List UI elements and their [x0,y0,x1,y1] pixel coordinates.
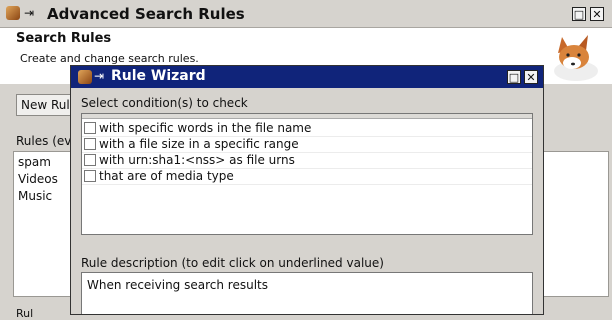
rule-wizard-dialog: ⇥ Rule Wizard □ ✕ Select condition(s) to… [70,65,544,315]
fox-app-icon [6,6,20,20]
select-conditions-label: Select condition(s) to check [81,96,248,110]
condition-row[interactable]: that are of media type [82,168,532,184]
rule-item-videos[interactable]: Videos [18,172,58,186]
condition-row[interactable]: with a file size in a specific range [82,136,532,152]
window-title: Advanced Search Rules [47,5,245,23]
scrollbar[interactable] [82,114,532,119]
maximize-icon[interactable]: □ [507,70,521,84]
condition-label: with specific words in the file name [99,121,312,135]
fox-logo-icon [554,35,598,81]
condition-checkbox[interactable] [84,138,96,150]
condition-label: with urn:sha1:<nss> as file urns [99,153,295,167]
condition-label: with a file size in a specific range [99,137,299,151]
header-subtitle: Create and change search rules. [20,52,199,65]
maximize-icon[interactable]: □ [572,7,586,21]
close-icon[interactable]: ✕ [524,70,538,84]
rule-description-label: Rule description (to edit click on under… [81,256,384,270]
pin-icon[interactable]: ⇥ [24,6,34,20]
rule-item-spam[interactable]: spam [18,155,51,169]
conditions-list[interactable]: with specific words in the file name wit… [81,113,533,235]
bottom-label: Rul [16,307,34,320]
new-rule-button[interactable]: New Rule [16,94,76,116]
condition-checkbox[interactable] [84,170,96,182]
rule-description-box[interactable]: When receiving search results [81,272,533,314]
dialog-title: Rule Wizard [111,68,206,84]
rule-description-text: When receiving search results [87,278,268,292]
pin-icon[interactable]: ⇥ [94,69,104,83]
condition-row[interactable]: with specific words in the file name [82,120,532,136]
rule-item-music[interactable]: Music [18,189,52,203]
fox-app-icon [78,70,92,84]
header-title: Search Rules [16,31,112,46]
condition-checkbox[interactable] [84,122,96,134]
close-icon[interactable]: ✕ [590,7,604,21]
condition-checkbox[interactable] [84,154,96,166]
condition-row[interactable]: with urn:sha1:<nss> as file urns [82,152,532,168]
condition-label: that are of media type [99,169,234,183]
row-divider [82,184,532,185]
